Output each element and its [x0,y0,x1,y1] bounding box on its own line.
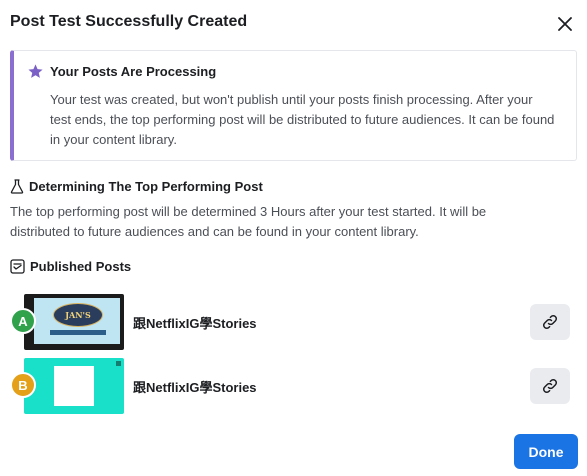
post-name-a: 跟NetflixIG學Stories [133,316,257,331]
notice-body: Your test was created, but won't publish… [50,92,555,147]
post-test-dialog: Post Test Successfully Created Your Post… [0,0,587,476]
post-name-b: 跟NetflixIG學Stories [133,380,257,395]
close-button[interactable] [555,14,575,34]
thumbnail-logo: JAN'S [53,303,103,327]
copy-link-button-b[interactable] [530,368,570,404]
notice-title: Your Posts Are Processing [50,64,217,79]
dialog-title: Post Test Successfully Created [10,13,248,30]
star-icon [28,64,43,78]
processing-notice: Your Posts Are Processing Your test was … [10,50,577,161]
published-posts-heading: Published Posts [30,259,132,274]
link-icon [542,314,558,330]
post-row-a: JAN'S A 跟NetflixIG學Stories [10,294,577,350]
flask-icon [10,179,24,194]
close-icon [558,17,572,31]
top-post-heading-row: Determining The Top Performing Post [10,179,263,194]
copy-link-button-a[interactable] [530,304,570,340]
post-row-b: B 跟NetflixIG學Stories [10,358,577,414]
top-post-description: The top performing post will be determin… [10,204,487,239]
done-button[interactable]: Done [514,434,578,469]
post-thumbnail-a[interactable]: JAN'S [24,294,124,350]
link-icon [542,378,558,394]
published-posts-heading-row: Published Posts [10,259,131,274]
top-post-heading: Determining The Top Performing Post [29,179,263,194]
variant-badge-b: B [10,372,36,398]
post-thumbnail-b[interactable] [24,358,124,414]
posts-icon [10,259,25,274]
variant-badge-a: A [10,308,36,334]
